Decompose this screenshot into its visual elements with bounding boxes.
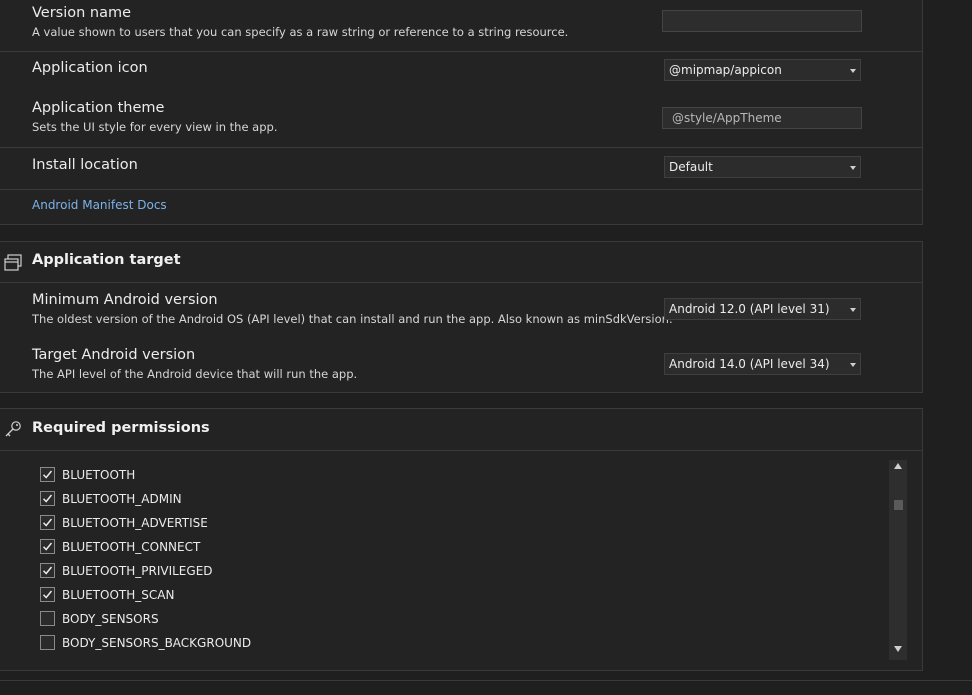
permission-checkbox[interactable] <box>40 587 55 602</box>
chevron-down-icon <box>850 69 856 73</box>
application-theme-title: Application theme <box>32 100 165 116</box>
application-target-title: Application target <box>32 252 181 268</box>
permission-label: BLUETOOTH <box>62 468 136 482</box>
target-version-title: Target Android version <box>32 347 196 363</box>
permission-label: BLUETOOTH_ADVERTISE <box>62 516 208 530</box>
required-permissions-title: Required permissions <box>32 420 210 436</box>
bottom-divider <box>0 680 972 681</box>
application-icon-row: Application icon @mipmap/appicon <box>0 52 922 92</box>
chevron-down-icon <box>850 308 856 312</box>
install-location-title: Install location <box>32 157 138 173</box>
android-manifest-docs-link[interactable]: Android Manifest Docs <box>32 198 167 212</box>
minimum-version-title: Minimum Android version <box>32 292 218 308</box>
permissions-scrollbar[interactable] <box>889 460 907 660</box>
required-permissions-header: Required permissions <box>0 409 922 450</box>
permission-label: BLUETOOTH_ADMIN <box>62 492 182 506</box>
install-location-value: Default <box>669 160 713 174</box>
application-theme-row: Application theme Sets the UI style for … <box>0 92 922 146</box>
permission-checkbox[interactable] <box>40 515 55 530</box>
permission-label: BODY_SENSORS_BACKGROUND <box>62 636 252 650</box>
application-target-panel: Application target Minimum Android versi… <box>0 241 923 393</box>
install-location-dropdown[interactable]: Default <box>664 156 861 178</box>
target-version-row: Target Android version The API level of … <box>0 338 922 390</box>
permission-checkbox[interactable] <box>40 611 55 626</box>
permission-checkbox[interactable] <box>40 539 55 554</box>
version-name-description: A value shown to users that you can spec… <box>32 25 569 39</box>
chevron-down-icon <box>850 363 856 367</box>
window-stack-icon <box>3 252 23 272</box>
target-version-value: Android 14.0 (API level 34) <box>669 357 830 371</box>
permission-checkbox[interactable] <box>40 467 55 482</box>
divider <box>0 189 922 190</box>
required-permissions-panel: Required permissions BLUETOOTH BLUETOOTH… <box>0 408 923 671</box>
version-name-input[interactable] <box>662 10 862 32</box>
permission-checkbox[interactable] <box>40 563 55 578</box>
minimum-version-dropdown[interactable]: Android 12.0 (API level 31) <box>664 298 861 320</box>
install-location-row: Install location Default <box>0 148 922 189</box>
target-version-dropdown[interactable]: Android 14.0 (API level 34) <box>664 353 861 375</box>
permission-label: BLUETOOTH_CONNECT <box>62 540 201 554</box>
permission-checkbox[interactable] <box>40 635 55 650</box>
application-theme-input[interactable]: @style/AppTheme <box>662 107 862 129</box>
permission-label: BLUETOOTH_PRIVILEGED <box>62 564 213 578</box>
application-theme-description: Sets the UI style for every view in the … <box>32 120 278 134</box>
scroll-thumb[interactable] <box>894 500 903 510</box>
chevron-down-icon <box>850 166 856 170</box>
permissions-list: BLUETOOTH BLUETOOTH_ADMIN BLUETOOTH_ADVE… <box>0 450 922 670</box>
general-properties-panel: Version name A value shown to users that… <box>0 0 923 225</box>
target-version-description: The API level of the Android device that… <box>32 367 358 381</box>
permission-label: BLUETOOTH_SCAN <box>62 588 175 602</box>
application-icon-dropdown[interactable]: @mipmap/appicon <box>664 59 861 81</box>
application-icon-title: Application icon <box>32 60 148 76</box>
application-target-header: Application target <box>0 242 922 282</box>
scroll-up-icon[interactable] <box>894 463 902 469</box>
version-name-row: Version name A value shown to users that… <box>0 0 922 51</box>
minimum-version-value: Android 12.0 (API level 31) <box>669 302 830 316</box>
permission-checkbox[interactable] <box>40 491 55 506</box>
application-icon-value: @mipmap/appicon <box>669 63 782 77</box>
key-icon <box>3 419 23 439</box>
version-name-title: Version name <box>32 5 132 21</box>
minimum-version-row: Minimum Android version The oldest versi… <box>0 283 922 335</box>
permission-label: BODY_SENSORS <box>62 612 159 626</box>
scroll-down-icon[interactable] <box>894 646 902 652</box>
minimum-version-description: The oldest version of the Android OS (AP… <box>32 312 673 326</box>
